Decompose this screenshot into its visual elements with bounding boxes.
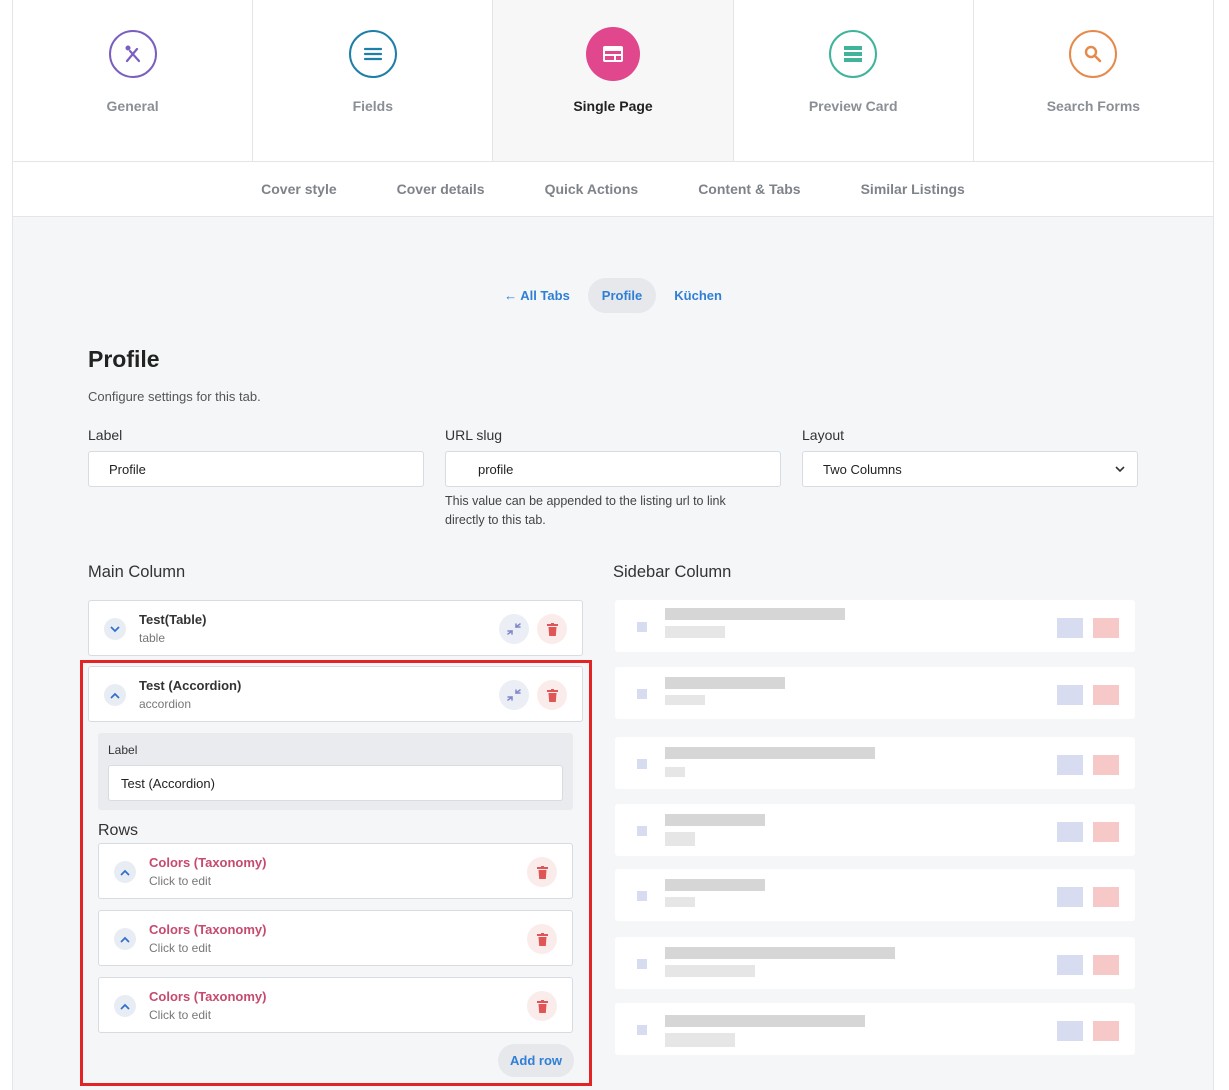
all-tabs-link[interactable]: ← All Tabs — [490, 278, 584, 313]
sidebar-block-blurred — [615, 1003, 1135, 1055]
subnav-quick-actions[interactable]: Quick Actions — [515, 181, 669, 197]
blurred-pixel — [1057, 822, 1083, 842]
move-column-icon — [507, 623, 521, 635]
blurred-pixel — [1093, 618, 1119, 638]
sidebar-block-blurred — [615, 937, 1135, 989]
sidebar-block-blurred — [615, 667, 1135, 719]
subnav-similar-listings[interactable]: Similar Listings — [831, 181, 995, 197]
blurred-pixel — [1093, 887, 1119, 907]
blurred-pixel — [1057, 887, 1083, 907]
blurred-pixel — [1057, 685, 1083, 705]
block-type: table — [139, 631, 166, 645]
blurred-pixel — [665, 767, 685, 777]
blurred-pixel — [1093, 955, 1119, 975]
sidebar-block-blurred — [615, 737, 1135, 789]
blurred-pixel — [1093, 755, 1119, 775]
blurred-pixel — [1057, 755, 1083, 775]
blurred-pixel — [665, 1015, 865, 1027]
highlight-frame — [80, 660, 592, 1086]
page-title: Profile — [88, 346, 160, 372]
subnav-content-tabs[interactable]: Content & Tabs — [668, 181, 830, 197]
step-label: Single Page — [573, 98, 653, 114]
block-title: Test(Table) — [139, 612, 207, 627]
search-icon — [1069, 30, 1118, 78]
trash-icon — [546, 622, 558, 636]
blurred-pixel — [665, 897, 695, 907]
utensils-icon — [108, 30, 157, 78]
sidebar-block-blurred — [615, 869, 1135, 921]
label-input[interactable]: Profile — [88, 451, 424, 487]
sub-navigation: Cover style Cover details Quick Actions … — [13, 162, 1213, 217]
blurred-pixel — [637, 622, 647, 632]
crumb-kuchen[interactable]: Küchen — [660, 278, 736, 313]
step-preview-card[interactable]: Preview Card — [734, 0, 974, 161]
layout-select[interactable]: Two Columns — [802, 451, 1138, 487]
subnav-cover-style[interactable]: Cover style — [231, 181, 366, 197]
layout-field-label: Layout — [802, 427, 845, 443]
sidebar-column-heading: Sidebar Column — [613, 563, 732, 581]
layout-icon — [586, 27, 640, 81]
step-search-forms[interactable]: Search Forms — [974, 0, 1213, 161]
page-frame: General Fields Single Page Preview Card … — [12, 0, 1214, 1090]
step-label: Search Forms — [1046, 98, 1141, 114]
blurred-pixel — [665, 832, 695, 846]
blurred-pixel — [637, 826, 647, 836]
blurred-pixel — [1057, 618, 1083, 638]
step-single-page[interactable]: Single Page — [493, 0, 734, 161]
blurred-pixel — [665, 814, 765, 826]
blurred-pixel — [665, 608, 845, 620]
move-button[interactable] — [499, 614, 529, 644]
list-icon — [348, 30, 397, 78]
step-label: Fields — [352, 98, 394, 114]
url-slug-input[interactable]: profile — [445, 451, 781, 487]
blurred-pixel — [1093, 685, 1119, 705]
blurred-pixel — [665, 747, 875, 759]
step-label: Preview Card — [808, 98, 898, 114]
step-fields[interactable]: Fields — [253, 0, 494, 161]
main-column-heading: Main Column — [88, 563, 186, 581]
blurred-pixel — [1093, 822, 1119, 842]
crumb-profile[interactable]: Profile — [587, 278, 657, 313]
subnav-cover-details[interactable]: Cover details — [367, 181, 515, 197]
chevron-down-icon[interactable] — [104, 618, 126, 640]
tab-breadcrumb: ← All Tabs Profile Küchen — [13, 278, 1213, 313]
blurred-pixel — [665, 677, 785, 689]
slug-field-label: URL slug — [445, 427, 503, 443]
chevron-down-icon — [1115, 466, 1125, 473]
blurred-pixel — [665, 947, 895, 959]
delete-button[interactable] — [537, 614, 567, 644]
blurred-pixel — [665, 1033, 735, 1047]
blurred-pixel — [665, 626, 725, 638]
wizard-steps: General Fields Single Page Preview Card … — [13, 0, 1213, 162]
slug-help-text: This value can be appended to the listin… — [445, 494, 726, 527]
blurred-pixel — [637, 891, 647, 901]
blurred-pixel — [637, 959, 647, 969]
page-subtitle: Configure settings for this tab. — [88, 389, 261, 404]
step-label: General — [106, 98, 159, 114]
blurred-pixel — [1093, 1021, 1119, 1041]
sidebar-block-blurred — [615, 600, 1135, 652]
step-general[interactable]: General — [13, 0, 254, 161]
blurred-pixel — [637, 689, 647, 699]
sidebar-block-blurred — [615, 804, 1135, 856]
card-icon — [829, 30, 878, 78]
blurred-pixel — [637, 1025, 647, 1035]
blurred-pixel — [637, 759, 647, 769]
blurred-pixel — [665, 695, 705, 705]
blurred-pixel — [665, 965, 755, 977]
blurred-pixel — [665, 879, 765, 891]
label-field-label: Label — [88, 427, 123, 443]
blurred-pixel — [1057, 1021, 1083, 1041]
layout-select-value: Two Columns — [823, 461, 902, 477]
blurred-pixel — [1057, 955, 1083, 975]
block-test-table[interactable]: Test(Table) table — [88, 600, 583, 656]
